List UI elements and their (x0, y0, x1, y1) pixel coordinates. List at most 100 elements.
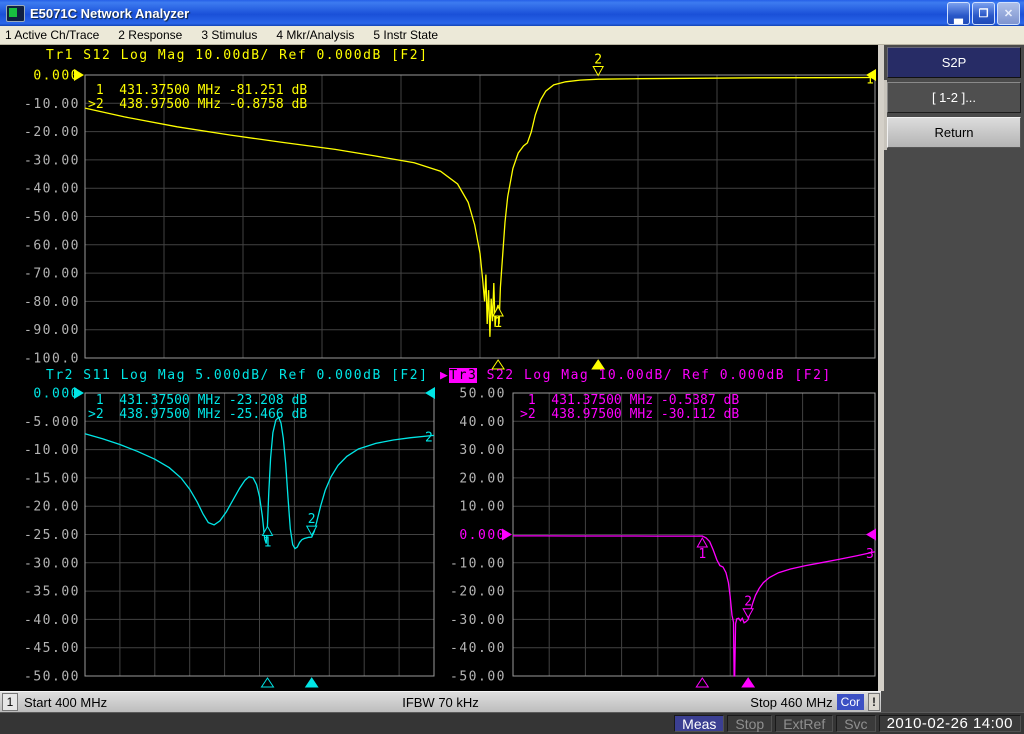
tr2-y-label: -25.00 (24, 528, 80, 543)
trace3-header: ▶Tr3 S22 Log Mag 10.00dB/ Ref 0.000dB [F… (440, 368, 832, 383)
tr3-y-label: -40.00 (450, 641, 506, 656)
tr3-y-label: 50.00 (459, 387, 506, 402)
correction-badge: Cor (837, 694, 864, 710)
trace2-marker1-readout: 1 431.37500 MHz -23.208 dB (88, 394, 307, 408)
tr2-marker2-stimulus-arrow[interactable] (306, 678, 318, 687)
tr2-y-label: -10.00 (24, 443, 80, 458)
tr3-y-label: 40.00 (459, 415, 506, 430)
tr1-y-label: -100.0 (24, 352, 80, 367)
tr2-y-label: -15.00 (24, 471, 80, 486)
stop-indicator: Stop (727, 715, 772, 732)
tr3-y-label: -10.00 (450, 556, 506, 571)
trace3-params: S22 Log Mag 10.00dB/ Ref 0.000dB [F2] (477, 368, 831, 383)
softkey-1-2-button[interactable]: [ 1-2 ]... (887, 82, 1021, 113)
ifbw-value: IFBW 70 kHz (402, 695, 479, 710)
tr1-marker2-number: 2 (594, 52, 602, 67)
tr2-y-label: -5.000 (24, 415, 80, 430)
tr3-y-label: 20.00 (459, 471, 506, 486)
tr1-y-label: -30.00 (24, 153, 80, 168)
tr1-y-label: -40.00 (24, 182, 80, 197)
menu-bar: 1 Active Ch/Trace 2 Response 3 Stimulus … (0, 26, 1024, 45)
trace1-params: S12 Log Mag 10.00dB/ Ref 0.000dB [F2] (74, 48, 428, 63)
instrument-screen: 0.000 -10.00 -20.00 -30.00 -40.00 -50.00 -60.0… (0, 45, 878, 691)
alert-badge[interactable]: ! (868, 693, 880, 711)
title-bar: E5071C Network Analyzer ▃ ❐ ✕ (0, 0, 1024, 26)
tr3-y-label: -20.00 (450, 585, 506, 600)
tr3-marker2-glyph[interactable] (743, 609, 753, 618)
tr1-y-label: -80.00 (24, 295, 80, 310)
tr2-y-label: -45.00 (24, 641, 80, 656)
tr1-y-label: -20.00 (24, 125, 80, 140)
trace2-params: S11 Log Mag 5.000dB/ Ref 0.000dB [F2] (74, 368, 428, 383)
instrument-taskbar: Meas Stop ExtRef Svc 2010-02-26 14:00 (0, 712, 1024, 734)
minimize-icon: ▃ (954, 11, 962, 24)
menu-response[interactable]: 2 Response (118, 28, 182, 42)
tr2-marker1-number: 1 (264, 535, 272, 550)
tr2-marker2-number: 2 (308, 512, 316, 527)
tr2-y-label: -30.00 (24, 556, 80, 571)
trace1-marker1-readout: 1 431.37500 MHz -81.251 dB (88, 84, 307, 98)
meas-indicator: Meas (674, 715, 724, 732)
tr3-ref-arrow-left[interactable] (502, 529, 512, 541)
restore-button[interactable]: ❐ (972, 2, 995, 25)
trace3-name[interactable]: Tr3 (449, 368, 477, 383)
tr2-y-label: -20.00 (24, 500, 80, 515)
tr3-ref-arrow-right (866, 529, 876, 541)
trace3-marker1-readout: 1 431.37500 MHz -0.5387 dB (520, 394, 739, 408)
tr2-marker2-glyph[interactable] (307, 526, 317, 535)
tr3-marker1-glyph[interactable] (697, 538, 707, 547)
minimize-button[interactable]: ▃ (947, 2, 970, 25)
close-icon: ✕ (1004, 7, 1013, 20)
trace2-header: Tr2 S11 Log Mag 5.000dB/ Ref 0.000dB [F2… (46, 368, 428, 383)
start-frequency: Start 400 MHz (24, 695, 107, 710)
tr3-trace-number: 3 (866, 547, 874, 562)
tr1-y-label: -60.00 (24, 238, 80, 253)
datetime-display: 2010-02-26 14:00 (879, 715, 1021, 732)
window-title: E5071C Network Analyzer (30, 6, 947, 21)
tr3-y-label: -50.00 (450, 670, 506, 685)
tr2-y-label: -40.00 (24, 613, 80, 628)
menu-stimulus[interactable]: 3 Stimulus (201, 28, 257, 42)
menu-mkr-analysis[interactable]: 4 Mkr/Analysis (276, 28, 354, 42)
trace1-marker2-readout: >2 438.97500 MHz -0.8758 dB (88, 98, 307, 112)
tr3-y-label: -30.00 (450, 613, 506, 628)
active-trace-arrow-icon: ▶ (440, 368, 449, 383)
e5071c-window: E5071C Network Analyzer ▃ ❐ ✕ 1 Active C… (0, 0, 1024, 734)
tr2-y-label: 0.000 (33, 387, 80, 402)
trace2-name[interactable]: Tr2 (46, 368, 74, 383)
status-bar-filler (881, 691, 1024, 712)
tr1-y-label: 0.000 (33, 69, 80, 84)
trace1-header: Tr1 S12 Log Mag 10.00dB/ Ref 0.000dB [F2… (46, 48, 428, 63)
app-icon (6, 5, 25, 22)
tr3-marker1-stimulus-arrow[interactable] (696, 678, 708, 687)
tr3-y-label: 10.00 (459, 500, 506, 515)
tr1-y-label: -70.00 (24, 267, 80, 282)
tr3-y-label: 0.000 (459, 528, 506, 543)
menu-active-ch-trace[interactable]: 1 Active Ch/Trace (5, 28, 99, 42)
trace1-name[interactable]: Tr1 (46, 48, 74, 63)
tr2-marker1-stimulus-arrow[interactable] (261, 678, 273, 687)
tr3-marker1-number: 1 (698, 547, 706, 562)
tr2-y-label: -35.00 (24, 585, 80, 600)
tr1-y-label: -10.00 (24, 97, 80, 112)
extref-indicator: ExtRef (775, 715, 833, 732)
tr3-marker2-number: 2 (744, 595, 752, 610)
tr2-trace-number: 2 (425, 430, 433, 445)
menu-instr-state[interactable]: 5 Instr State (373, 28, 438, 42)
tr2-y-label: -50.00 (24, 670, 80, 685)
tr1-marker1-number: 1 (494, 316, 502, 331)
tr1-trace-number: 1 (866, 72, 874, 87)
channel-indicator: 1 (2, 693, 18, 711)
tr1-marker2-glyph[interactable] (593, 66, 603, 75)
softkey-return-button[interactable]: Return (887, 117, 1021, 148)
close-button[interactable]: ✕ (997, 2, 1020, 25)
softkey-sidebar: S2P [ 1-2 ]... Return (884, 45, 1024, 691)
tr3-y-label: 30.00 (459, 443, 506, 458)
softkey-menu-title-s2p: S2P (887, 47, 1021, 78)
tr2-ref-arrow-right (425, 387, 435, 399)
stop-frequency: Stop 460 MHz (750, 695, 832, 710)
tr3-marker2-stimulus-arrow[interactable] (742, 678, 754, 687)
status-bar: 1 Start 400 MHz IFBW 70 kHz Stop 460 MHz… (0, 691, 1024, 712)
trace3-marker2-readout: >2 438.97500 MHz -30.112 dB (520, 408, 739, 422)
restore-icon: ❐ (979, 7, 989, 20)
